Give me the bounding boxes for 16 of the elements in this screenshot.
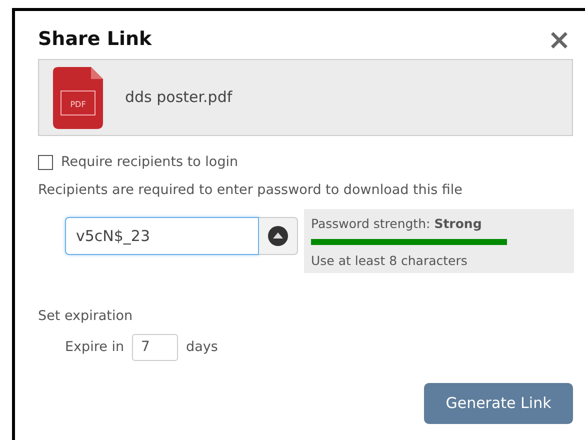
password-note: Recipients are required to enter password to download this file bbox=[38, 181, 464, 200]
days-label: days bbox=[186, 338, 218, 358]
strength-label: Password strength: Strong bbox=[311, 214, 483, 233]
file-name: dds poster.pdf bbox=[125, 87, 232, 108]
pdf-file-icon: PDF bbox=[53, 66, 103, 128]
toggle-button[interactable] bbox=[259, 216, 298, 254]
password-field[interactable]: v5cN$_23 bbox=[65, 216, 259, 254]
dialog-title: Share Link bbox=[38, 27, 152, 52]
close-button[interactable]: × bbox=[548, 27, 571, 53]
days-field[interactable]: 7 bbox=[132, 334, 178, 361]
expire-label: Expire in bbox=[65, 338, 124, 358]
generate-link-button[interactable]: Generate Link bbox=[424, 382, 573, 424]
checkbox-label: Require recipients to login bbox=[61, 153, 238, 172]
checkbox[interactable] bbox=[38, 154, 53, 170]
expiration-heading: Set expiration bbox=[38, 306, 134, 326]
strength-hint: Use at least 8 characters bbox=[311, 252, 468, 270]
